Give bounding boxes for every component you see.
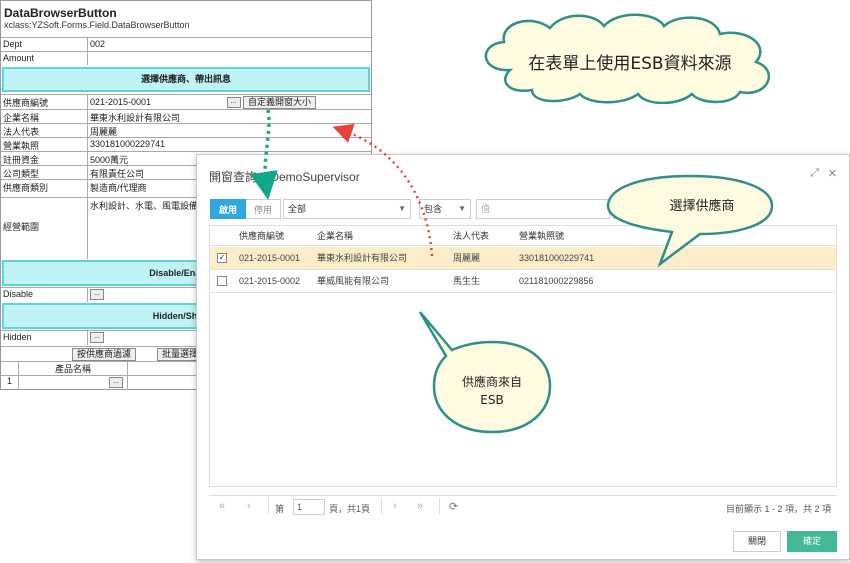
teal-dotted-arrow bbox=[250, 109, 278, 200]
red-dotted-arrow bbox=[332, 123, 434, 257]
bubble-shape bbox=[606, 174, 774, 268]
bubble-text: 選擇供應商 bbox=[669, 198, 734, 214]
bubble-shape bbox=[418, 311, 552, 434]
esb-source-bubble: 供應商來自 ESB bbox=[418, 311, 552, 434]
bubble-text-line1: 供應商來自 bbox=[462, 374, 522, 389]
bubble-text-line2: ESB bbox=[480, 393, 503, 407]
annotation-arrows bbox=[250, 109, 434, 257]
select-supplier-bubble: 選擇供應商 bbox=[606, 174, 774, 268]
